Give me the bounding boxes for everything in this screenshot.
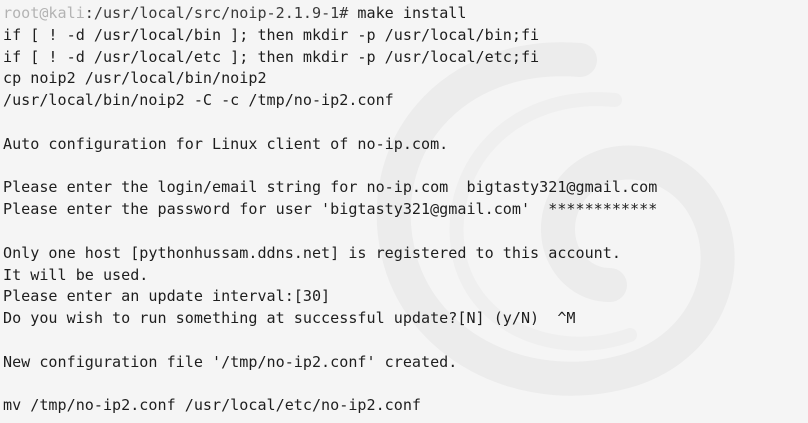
output-line: Only one host [pythonhussam.ddns.net] is… (3, 243, 621, 262)
prompt-path: :/usr/local/src/noip-2.1.9-1# (84, 4, 349, 22)
prompt-line: root@kali:/usr/local/src/noip-2.1.9-1# m… (3, 3, 808, 25)
terminal-window[interactable]: root@kali:/usr/local/src/noip-2.1.9-1# m… (0, 0, 808, 423)
prompt-command: make install (348, 4, 467, 22)
output-line: New configuration file '/tmp/no-ip2.conf… (3, 352, 458, 371)
output-line: Please enter an update interval:[30] (3, 287, 331, 306)
output-line: Please enter the login/email string for … (3, 178, 658, 197)
output-line: It will be used. (3, 265, 149, 284)
output-line: if [ ! -d /usr/local/bin ]; then mkdir -… (3, 25, 540, 44)
output-line: Do you wish to run something at successf… (3, 309, 576, 328)
output-line: Please enter the password for user 'bigt… (3, 200, 658, 219)
output-line: Auto configuration for Linux client of n… (3, 134, 449, 153)
output-line: mv /tmp/no-ip2.conf /usr/local/etc/no-ip… (3, 396, 422, 415)
output-line: if [ ! -d /usr/local/etc ]; then mkdir -… (3, 47, 540, 66)
output-line: /usr/local/bin/noip2 -C -c /tmp/no-ip2.c… (3, 91, 394, 110)
prompt-user-host: root@kali (3, 4, 85, 22)
output-line: cp noip2 /usr/local/bin/noip2 (3, 69, 267, 88)
